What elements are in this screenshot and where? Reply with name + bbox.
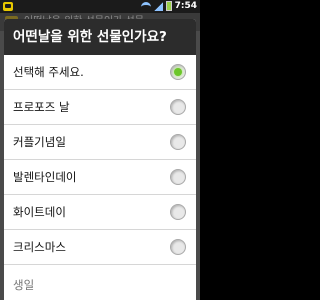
option-row[interactable]: 생일 (4, 265, 196, 292)
option-list: 선택해 주세요. 프로포즈 날커플기념일발렌타인데이화이트데이크리스마스생일 (4, 55, 196, 292)
radio-unselected-icon[interactable] (170, 169, 186, 185)
option-row[interactable]: 프로포즈 날 (4, 90, 196, 125)
option-row[interactable]: 커플기념일 (4, 125, 196, 160)
battery-icon (165, 1, 172, 11)
app-notification-icon (3, 2, 13, 11)
dialog-title: 어떤날을 위한 선물인가요? (4, 19, 196, 55)
option-row[interactable]: 발렌타인데이 (4, 160, 196, 195)
option-row[interactable]: 화이트데이 (4, 195, 196, 230)
wifi-icon (140, 2, 151, 10)
gift-occasion-dialog: 어떤날을 위한 선물인가요? 선택해 주세요. 프로포즈 날커플기념일발렌타인데이… (4, 19, 196, 300)
option-label: 선택해 주세요. (13, 65, 84, 79)
option-label: 발렌타인데이 (13, 170, 77, 184)
radio-unselected-icon[interactable] (170, 99, 186, 115)
option-row[interactable]: 크리스마스 (4, 230, 196, 265)
option-label: 생일 (13, 278, 35, 292)
radio-unselected-icon[interactable] (170, 239, 186, 255)
status-icons: 7:54 (140, 1, 197, 11)
option-label: 커플기념일 (13, 135, 66, 149)
radio-unselected-icon[interactable] (170, 134, 186, 150)
radio-selected-icon[interactable] (170, 64, 186, 80)
status-bar: 7:54 (0, 0, 200, 13)
status-time: 7:54 (174, 1, 197, 11)
signal-icon (153, 1, 163, 11)
radio-unselected-icon[interactable] (170, 204, 186, 220)
option-row[interactable]: 선택해 주세요. (4, 55, 196, 90)
option-label: 프로포즈 날 (13, 100, 70, 114)
option-label: 크리스마스 (13, 240, 66, 254)
option-label: 화이트데이 (13, 205, 66, 219)
